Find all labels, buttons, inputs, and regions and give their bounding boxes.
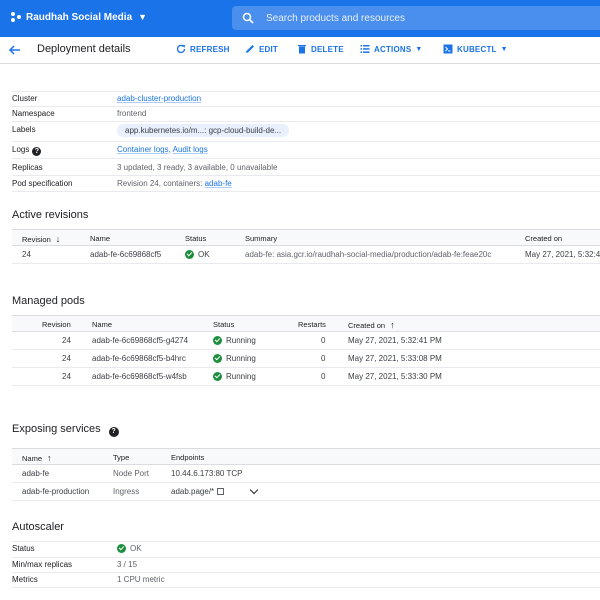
help-icon[interactable]: ? bbox=[108, 427, 119, 437]
chevron-down-icon: ▼ bbox=[138, 12, 148, 22]
project-selector[interactable]: Raudhah Social Media ▼ bbox=[10, 11, 147, 23]
divider bbox=[12, 541, 600, 542]
label-chip[interactable]: app.kubernetes.io/m...: gcp-cloud-build-… bbox=[117, 124, 290, 137]
column-header-status[interactable]: Status bbox=[213, 320, 234, 329]
page-toolbar: Deployment details REFRESH EDIT DELETE A… bbox=[0, 37, 600, 64]
pencil-icon bbox=[246, 45, 254, 53]
table-row[interactable]: adab-fe-production Ingress adab.page/* bbox=[12, 483, 600, 501]
table-row[interactable]: 24 adab-fe-6c69868cf5-w4fsb Running 0 Ma… bbox=[12, 368, 600, 386]
replicas-value: 3 updated, 3 ready, 3 available, 0 unava… bbox=[117, 163, 278, 172]
column-header-name[interactable]: Name bbox=[92, 320, 112, 329]
divider bbox=[12, 106, 600, 107]
trash-icon bbox=[298, 45, 306, 54]
chevron-down-icon: ▼ bbox=[500, 45, 508, 53]
table-row[interactable]: 24 adab-fe-6c69868cf5 OK adab-fe: asia.g… bbox=[12, 246, 600, 264]
check-circle-icon bbox=[213, 372, 222, 381]
column-header-created[interactable]: Created on ↑ bbox=[348, 320, 395, 330]
column-header-revision[interactable]: Revision bbox=[42, 320, 71, 329]
column-header-type[interactable]: Type bbox=[113, 453, 129, 462]
divider bbox=[12, 91, 600, 92]
column-header-name[interactable]: Name bbox=[90, 234, 110, 243]
table-row[interactable]: adab-fe Node Port 10.44.6.173:80 TCP bbox=[12, 465, 600, 483]
divider bbox=[12, 191, 600, 192]
container-logs-link[interactable]: Container logs bbox=[117, 145, 169, 154]
active-revisions-title: Active revisions bbox=[12, 209, 89, 221]
search-input[interactable] bbox=[266, 12, 566, 24]
table-header: Revision ↓ Name Status Summary Created on bbox=[12, 229, 600, 246]
managed-pods-table: Revision Name Status Restarts Created on… bbox=[12, 315, 600, 386]
table-row[interactable]: 24 adab-fe-6c69868cf5-g4274 Running 0 Ma… bbox=[12, 332, 600, 350]
divider bbox=[12, 141, 600, 142]
check-circle-icon bbox=[117, 544, 126, 553]
page-title: Deployment details bbox=[37, 43, 131, 55]
table-header: Name ↑ Type Endpoints bbox=[12, 448, 600, 465]
refresh-icon bbox=[176, 44, 186, 54]
divider bbox=[12, 557, 600, 558]
search-box[interactable] bbox=[232, 6, 600, 30]
check-circle-icon bbox=[213, 354, 222, 363]
arrow-up-icon: ↑ bbox=[47, 453, 52, 463]
autoscaler-title: Autoscaler bbox=[12, 521, 64, 533]
column-header-summary[interactable]: Summary bbox=[245, 234, 277, 243]
refresh-button[interactable]: REFRESH bbox=[176, 44, 230, 54]
divider bbox=[12, 587, 600, 588]
exposing-services-title: Exposing services? bbox=[12, 423, 119, 437]
check-circle-icon bbox=[213, 336, 222, 345]
arrow-down-icon: ↓ bbox=[55, 234, 61, 244]
divider bbox=[12, 121, 600, 122]
project-name: Raudhah Social Media bbox=[26, 11, 133, 23]
expand-chevron-icon[interactable] bbox=[249, 485, 259, 497]
managed-pods-title: Managed pods bbox=[12, 295, 85, 307]
exposing-services-table: Name ↑ Type Endpoints adab-fe Node Port 1… bbox=[12, 448, 600, 501]
table-header: Revision Name Status Restarts Created on… bbox=[12, 315, 600, 332]
check-circle-icon bbox=[185, 250, 194, 259]
chevron-down-icon: ▼ bbox=[415, 45, 423, 53]
column-header-revision[interactable]: Revision ↓ bbox=[22, 234, 60, 244]
column-header-endpoints[interactable]: Endpoints bbox=[171, 453, 204, 462]
divider bbox=[12, 175, 600, 176]
namespace-value: frontend bbox=[117, 109, 147, 118]
edit-button[interactable]: EDIT bbox=[245, 44, 278, 54]
back-arrow-icon[interactable] bbox=[8, 43, 22, 57]
column-header-restarts[interactable]: Restarts bbox=[298, 320, 326, 329]
column-header-created[interactable]: Created on bbox=[525, 234, 562, 243]
arrow-up-icon: ↑ bbox=[390, 320, 395, 330]
divider bbox=[12, 158, 600, 159]
delete-button[interactable]: DELETE bbox=[297, 44, 344, 54]
endpoint-link[interactable]: adab.page/* bbox=[171, 487, 214, 496]
actions-menu-button[interactable]: ACTIONS ▼ bbox=[360, 44, 423, 54]
container-link[interactable]: adab-fe bbox=[205, 179, 232, 188]
search-icon bbox=[242, 12, 254, 24]
help-icon[interactable]: ? bbox=[32, 147, 42, 156]
terminal-icon bbox=[443, 44, 453, 54]
active-revisions-table: Revision ↓ Name Status Summary Created on… bbox=[12, 229, 600, 264]
top-app-bar: Raudhah Social Media ▼ bbox=[0, 0, 600, 37]
column-header-name[interactable]: Name ↑ bbox=[22, 453, 52, 463]
table-row[interactable]: 24 adab-fe-6c69868cf5-b4hrc Running 0 Ma… bbox=[12, 350, 600, 368]
divider bbox=[12, 572, 600, 573]
list-icon bbox=[360, 45, 370, 53]
cluster-link[interactable]: adab-cluster-production bbox=[117, 94, 201, 103]
audit-logs-link[interactable]: Audit logs bbox=[173, 145, 208, 154]
column-header-status[interactable]: Status bbox=[185, 234, 206, 243]
kubectl-menu-button[interactable]: KUBECTL ▼ bbox=[443, 44, 508, 54]
project-dots-icon bbox=[11, 12, 21, 22]
open-in-new-icon[interactable] bbox=[217, 488, 225, 495]
